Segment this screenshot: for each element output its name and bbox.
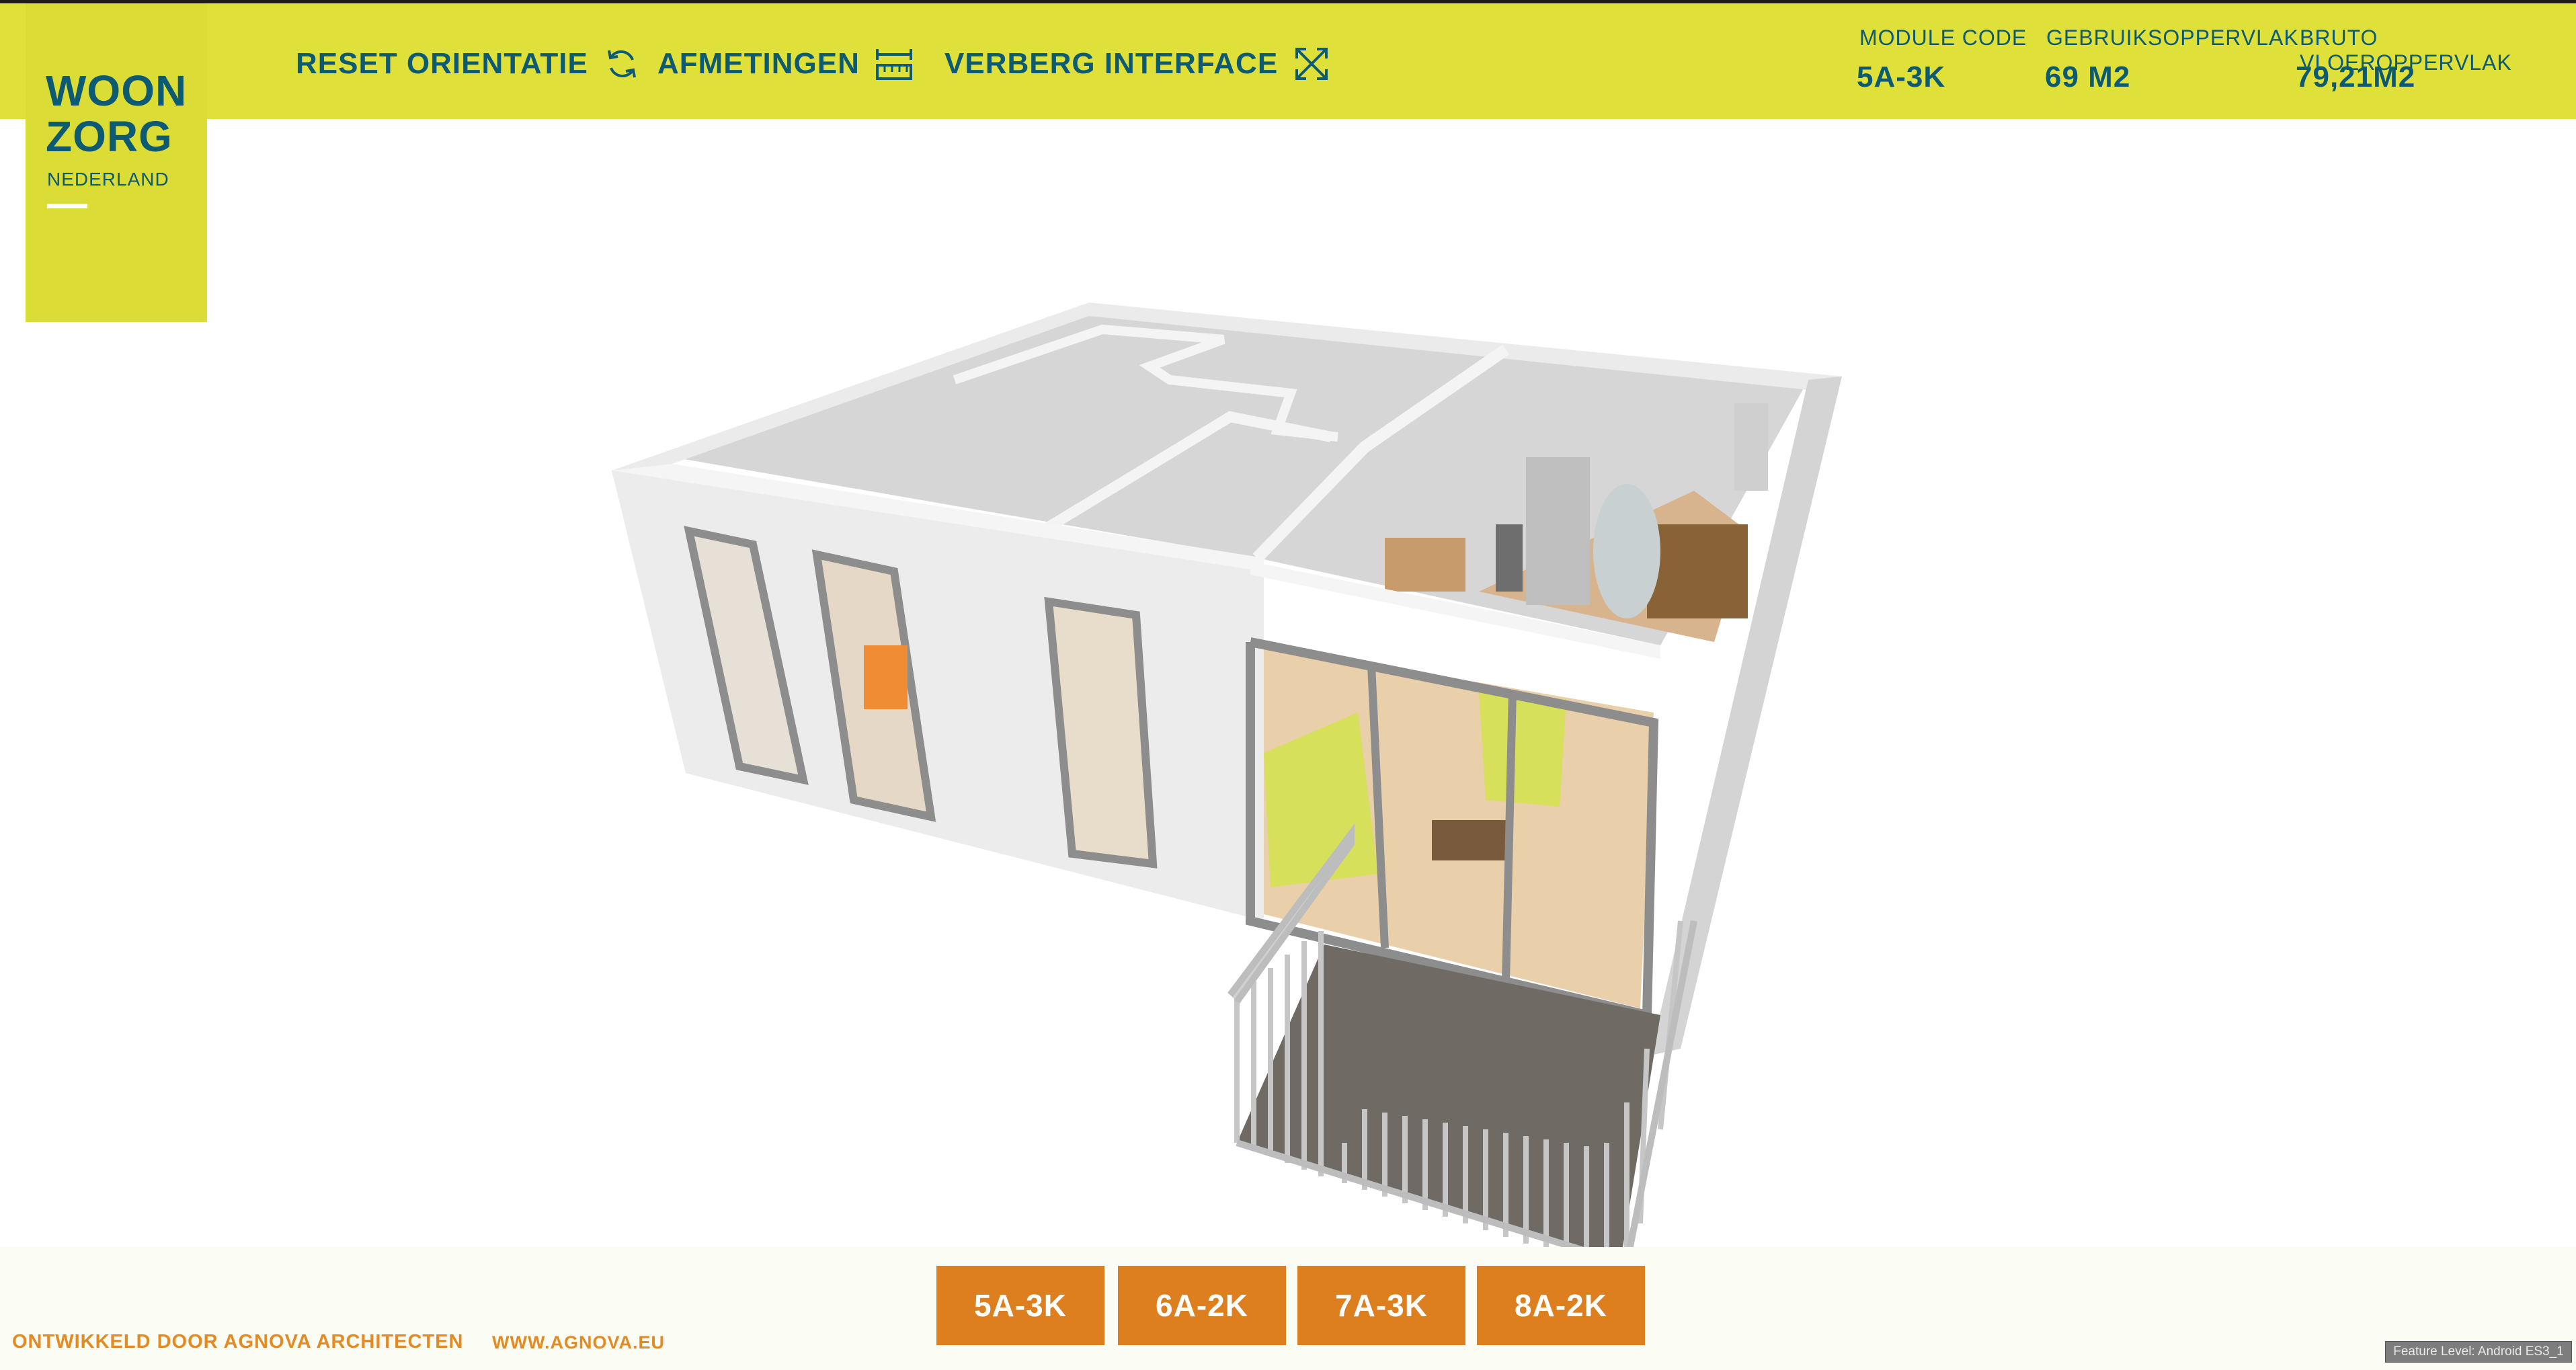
side-table bbox=[1432, 820, 1506, 860]
reset-orientation-label: RESET ORIENTATIE bbox=[296, 47, 588, 80]
logo-dash bbox=[47, 204, 87, 208]
reset-orientation-button[interactable]: RESET ORIENTATIE bbox=[296, 40, 641, 87]
hide-interface-label: VERBERG INTERFACE bbox=[944, 47, 1279, 80]
gross-area-value: 79,21M2 bbox=[2296, 61, 2416, 93]
module-button-8a-2k[interactable]: 8A-2K bbox=[1477, 1266, 1645, 1345]
apartment-3d-viewport[interactable] bbox=[0, 0, 2576, 1370]
range-hood bbox=[1734, 403, 1768, 491]
logo-word-zorg: ZORG bbox=[46, 112, 173, 161]
logo-word-woon: WOON bbox=[46, 67, 188, 115]
fullscreen-arrows-icon bbox=[1293, 45, 1330, 83]
refresh-icon bbox=[603, 45, 641, 83]
feature-level-badge: Feature Level: Android ES3_1 bbox=[2385, 1341, 2572, 1363]
module-button-5a-3k[interactable]: 5A-3K bbox=[936, 1266, 1104, 1345]
hide-interface-button[interactable]: VERBERG INTERFACE bbox=[944, 40, 1330, 87]
module-code-label: MODULE CODE bbox=[1859, 26, 2027, 50]
developer-credit: ONTWIKKELD DOOR AGNOVA ARCHITECTEN bbox=[12, 1331, 464, 1353]
woonzorg-logo[interactable]: WOON ZORG NEDERLAND bbox=[26, 3, 207, 322]
module-button-7a-3k[interactable]: 7A-3K bbox=[1297, 1266, 1465, 1345]
kitchen-cabinet bbox=[1647, 524, 1748, 618]
fridge bbox=[1526, 457, 1590, 605]
orange-bed bbox=[864, 645, 908, 709]
sofa-right bbox=[1479, 692, 1566, 807]
logo-subtitle: NEDERLAND bbox=[47, 169, 169, 190]
dimensions-label: AFMETINGEN bbox=[657, 47, 860, 80]
developer-url-link[interactable]: WWW.AGNOVA.EU bbox=[492, 1332, 665, 1353]
module-code-value: 5A-3K bbox=[1857, 61, 1946, 93]
ruler-icon bbox=[875, 45, 914, 83]
kitchen-chair-1 bbox=[1385, 538, 1465, 592]
usable-area-value: 69 M2 bbox=[2045, 61, 2131, 93]
module-button-6a-2k[interactable]: 6A-2K bbox=[1118, 1266, 1286, 1345]
usable-area-label: GEBRUIKSOPPERVLAK bbox=[2046, 26, 2299, 50]
dimensions-button[interactable]: AFMETINGEN bbox=[657, 40, 914, 87]
kitchen-figure bbox=[1593, 484, 1660, 618]
kitchen-bin bbox=[1496, 524, 1523, 592]
